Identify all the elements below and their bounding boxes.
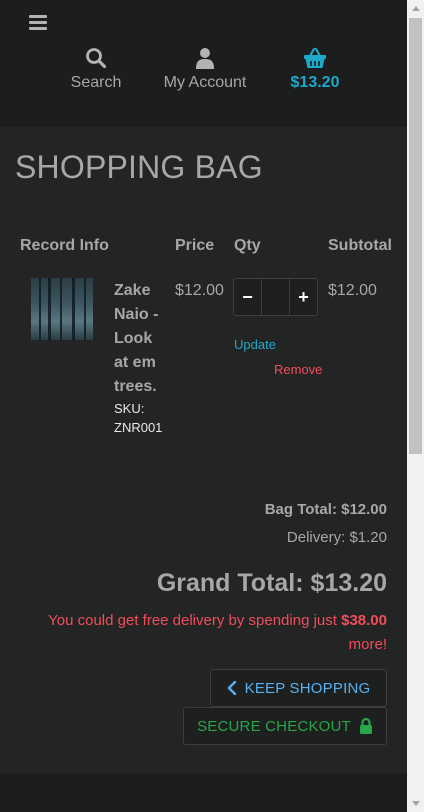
- item-subtotal: $12.00: [328, 282, 377, 299]
- free-delivery-notice: You could get free delivery by spending …: [17, 609, 387, 657]
- remove-link[interactable]: Remove: [274, 362, 322, 377]
- delivery-value: $1.20: [349, 529, 387, 546]
- nav-search-label: Search: [70, 74, 122, 91]
- nav-search[interactable]: Search: [66, 47, 126, 92]
- free-delivery-amount: $38.00: [341, 612, 387, 629]
- page: Search My Account $13.20 SHOPPING BAG Re…: [0, 0, 407, 812]
- record-thumbnail[interactable]: [31, 278, 93, 340]
- hamburger-icon[interactable]: [29, 15, 47, 31]
- search-icon: [86, 48, 107, 69]
- bag-total: Bag Total: $12.00: [265, 501, 387, 518]
- column-header-qty: Qty: [234, 237, 261, 254]
- item-price: $12.00: [175, 282, 224, 299]
- secure-checkout-button[interactable]: SECURE CHECKOUT: [183, 707, 387, 745]
- decrease-quantity-button[interactable]: −: [234, 279, 261, 315]
- secure-checkout-label: SECURE CHECKOUT: [197, 717, 351, 735]
- site-header: Search My Account $13.20: [0, 0, 407, 127]
- update-link[interactable]: Update: [234, 337, 276, 352]
- basket-icon: [304, 47, 326, 68]
- delivery-label: Delivery:: [286, 529, 346, 546]
- nav-cart[interactable]: $13.20: [284, 47, 346, 92]
- chevron-left-icon: [227, 681, 236, 695]
- page-title: SHOPPING BAG: [15, 149, 263, 185]
- free-delivery-prefix: You could get free delivery by spending …: [48, 612, 337, 629]
- bag-total-label: Bag Total:: [264, 501, 337, 518]
- scrollbar-thumb[interactable]: [409, 18, 422, 454]
- scroll-up-arrow-icon[interactable]: [407, 0, 424, 17]
- record-sku: SKU: ZNR001: [114, 401, 163, 435]
- quantity-input[interactable]: [261, 279, 290, 315]
- nav-account-label: My Account: [163, 74, 247, 91]
- cart-total: $13.20: [290, 74, 340, 91]
- free-delivery-suffix: more!: [348, 636, 387, 653]
- grand-total-label: Grand Total:: [156, 569, 304, 597]
- shopping-bag-section: SHOPPING BAG Record Info Price Qty Subto…: [0, 127, 407, 773]
- lock-icon: [359, 718, 372, 734]
- user-icon: [196, 48, 214, 69]
- keep-shopping-label: KEEP SHOPPING: [244, 679, 371, 697]
- column-header-info: Record Info: [20, 237, 109, 254]
- footer-bar: [0, 773, 407, 812]
- scroll-down-arrow-icon[interactable]: [407, 795, 424, 812]
- grand-total: Grand Total: $13.20: [157, 569, 387, 598]
- record-title[interactable]: Zake Naio - Look at em trees.: [114, 279, 166, 399]
- quantity-stepper: − +: [233, 278, 318, 316]
- vertical-scrollbar[interactable]: [407, 0, 424, 812]
- column-header-subtotal: Subtotal: [328, 237, 392, 254]
- bag-total-value: $12.00: [341, 501, 387, 518]
- delivery-cost: Delivery: $1.20: [287, 529, 387, 546]
- increase-quantity-button[interactable]: +: [290, 279, 317, 315]
- nav-account[interactable]: My Account: [155, 47, 255, 92]
- column-header-price: Price: [175, 237, 215, 254]
- grand-total-value: $13.20: [310, 569, 387, 597]
- keep-shopping-button[interactable]: KEEP SHOPPING: [210, 669, 387, 707]
